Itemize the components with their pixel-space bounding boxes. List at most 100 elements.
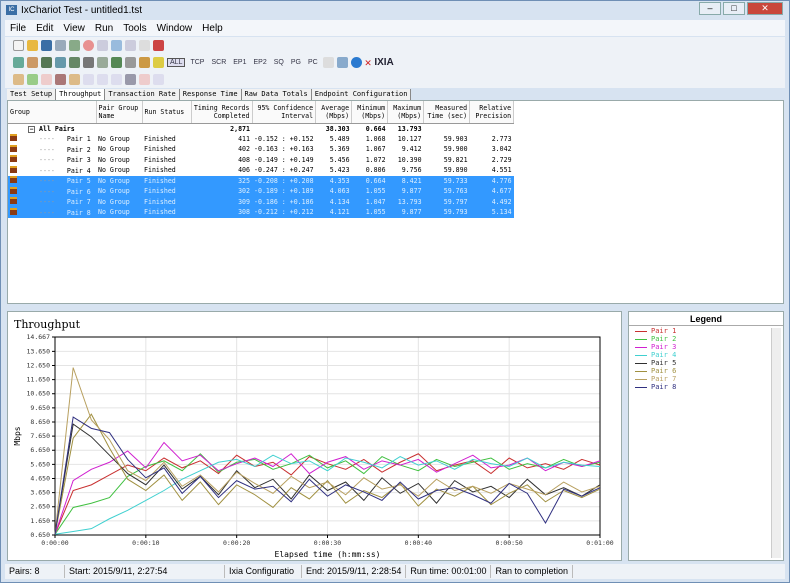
pair-name: Pair 7 xyxy=(66,198,91,207)
menu-edit[interactable]: Edit xyxy=(31,23,58,34)
table-row[interactable]: ---- Pair 2 No Group Finished 402 -0.163 … xyxy=(8,144,514,155)
list-icon[interactable] xyxy=(322,57,334,68)
collapse-icon[interactable] xyxy=(139,74,150,85)
users-icon[interactable] xyxy=(111,57,122,68)
legend-item[interactable]: Pair 6 xyxy=(629,367,783,375)
menu-window[interactable]: Window xyxy=(152,23,198,34)
menu-file[interactable]: File xyxy=(5,23,31,34)
chart-icon[interactable] xyxy=(125,57,136,68)
tab-throughput[interactable]: Throughput xyxy=(56,89,106,100)
filter-pg-button[interactable]: PG xyxy=(289,59,303,66)
report-icon[interactable] xyxy=(97,40,108,51)
legend-scrollbar[interactable] xyxy=(771,328,781,558)
pair-icon xyxy=(10,197,17,205)
endpoint-icon[interactable] xyxy=(69,57,80,68)
legend-item[interactable]: Pair 4 xyxy=(629,351,783,359)
pair-name: Pair 1 xyxy=(66,135,91,144)
group-add-icon[interactable] xyxy=(27,74,38,85)
image-icon[interactable] xyxy=(139,57,150,68)
filter-tcp-button[interactable]: TCP xyxy=(188,59,206,66)
window-icon[interactable] xyxy=(336,57,348,68)
status-runtime: Run time: 00:01:00 xyxy=(406,565,492,578)
col-timing-records[interactable]: Timing Records Completed xyxy=(191,101,253,124)
col-average[interactable]: Average (Mbps) xyxy=(315,101,353,124)
script-icon[interactable] xyxy=(97,57,108,68)
table-row[interactable]: ---- Pair 1 No Group Finished 411 -0.152 … xyxy=(8,134,514,145)
info-icon[interactable] xyxy=(350,57,362,68)
legend-item[interactable]: Pair 2 xyxy=(629,335,783,343)
tab-test-setup[interactable]: Test Setup xyxy=(7,89,57,100)
link-icon[interactable] xyxy=(55,57,66,68)
add-multicast-icon[interactable] xyxy=(27,57,38,68)
filter-scr-button[interactable]: SCR xyxy=(209,59,228,66)
col-pair-group-name[interactable]: Pair Group Name xyxy=(96,101,143,124)
y-tick-label: 8.650 xyxy=(30,418,50,426)
menu-run[interactable]: Run xyxy=(90,23,118,34)
copy-icon[interactable] xyxy=(125,40,136,51)
menu-help[interactable]: Help xyxy=(197,23,228,34)
table-row[interactable]: ---- Pair 8 No Group Finished 308 -0.212 … xyxy=(8,207,514,218)
hint-icon[interactable] xyxy=(153,57,164,68)
add-pair-icon[interactable] xyxy=(13,57,24,68)
save-icon[interactable] xyxy=(41,40,52,51)
group-edit-icon[interactable] xyxy=(69,74,80,85)
table-row[interactable]: ---- Pair 3 No Group Finished 408 -0.149 … xyxy=(8,155,514,166)
delete-icon[interactable] xyxy=(153,40,164,51)
run-icon[interactable] xyxy=(69,40,80,51)
filter-sq-button[interactable]: SQ xyxy=(272,59,286,66)
title-bar: IC IxChariot Test - untitled1.tst – □ ✕ xyxy=(1,1,789,19)
legend-item[interactable]: Pair 1 xyxy=(629,327,783,335)
table-row[interactable]: ---- Pair 5 No Group Finished 325 -0.208 … xyxy=(8,175,514,186)
y-axis-label: Mbps xyxy=(13,426,22,445)
menu-view[interactable]: View xyxy=(58,23,90,34)
tab-response-time[interactable]: Response Time xyxy=(179,89,242,100)
group-remove-icon[interactable] xyxy=(41,74,52,85)
table-row[interactable]: ---- Pair 4 No Group Finished 406 -0.247 … xyxy=(8,165,514,176)
menu-tools[interactable]: Tools xyxy=(118,23,151,34)
legend-item[interactable]: Pair 8 xyxy=(629,383,783,391)
group-split-icon[interactable] xyxy=(55,74,66,85)
col-confidence[interactable]: 95% Confidence Interval xyxy=(252,101,317,124)
group-icon[interactable] xyxy=(13,74,24,85)
filter-pc-button[interactable]: PC xyxy=(306,59,320,66)
table-row[interactable]: ---- Pair 7 No Group Finished 309 -0.186 … xyxy=(8,196,514,207)
legend-item[interactable]: Pair 7 xyxy=(629,375,783,383)
expand-icon[interactable] xyxy=(125,74,136,85)
total-row[interactable]: − All Pairs 2,871 38.303 0.664 13.793 xyxy=(8,123,514,134)
stop-icon[interactable] xyxy=(83,40,94,51)
collapse-icon[interactable]: − xyxy=(28,125,35,133)
filter-ep2-button[interactable]: EP2 xyxy=(251,59,268,66)
edit-pair-icon[interactable] xyxy=(41,57,52,68)
new-icon[interactable] xyxy=(13,40,24,51)
options-icon[interactable] xyxy=(153,74,164,85)
col-minimum[interactable]: Minimum (Mbps) xyxy=(351,101,389,124)
col-run-status[interactable]: Run Status xyxy=(142,101,192,124)
legend-item[interactable]: Pair 3 xyxy=(629,343,783,351)
pair-group: No Group xyxy=(98,155,130,164)
tab-transaction-rate[interactable]: Transaction Rate xyxy=(105,89,180,100)
open-icon[interactable] xyxy=(27,40,38,51)
close-button[interactable]: ✕ xyxy=(747,2,783,15)
x-tick-label: 0:00:20 xyxy=(223,539,250,547)
cut-icon[interactable] xyxy=(111,40,122,51)
filter-ep1-button[interactable]: EP1 xyxy=(231,59,248,66)
sort-icon[interactable] xyxy=(111,74,122,85)
paste-icon[interactable] xyxy=(139,40,150,51)
col-maximum[interactable]: Maximum (Mbps) xyxy=(387,101,425,124)
col-relative-precision[interactable]: Relative Precision xyxy=(469,101,515,124)
network-icon[interactable] xyxy=(83,57,94,68)
move-up-icon[interactable] xyxy=(83,74,94,85)
filter-all-button[interactable]: ALL xyxy=(167,58,186,67)
print-icon[interactable] xyxy=(55,40,66,51)
tree-connector: ---- xyxy=(39,156,55,165)
col-group[interactable]: Group xyxy=(8,101,97,124)
col-measured-time[interactable]: Measured Time (sec) xyxy=(423,101,471,124)
table-row[interactable]: ---- Pair 6 No Group Finished 302 -0.189 … xyxy=(8,186,514,197)
legend-swatch xyxy=(635,346,647,348)
maximize-button[interactable]: □ xyxy=(723,2,745,15)
tab-endpoint-configuration[interactable]: Endpoint Configuration xyxy=(311,89,412,100)
move-down-icon[interactable] xyxy=(97,74,108,85)
legend-item[interactable]: Pair 5 xyxy=(629,359,783,367)
minimize-button[interactable]: – xyxy=(699,2,721,15)
tab-raw-data-totals[interactable]: Raw Data Totals xyxy=(241,89,312,100)
